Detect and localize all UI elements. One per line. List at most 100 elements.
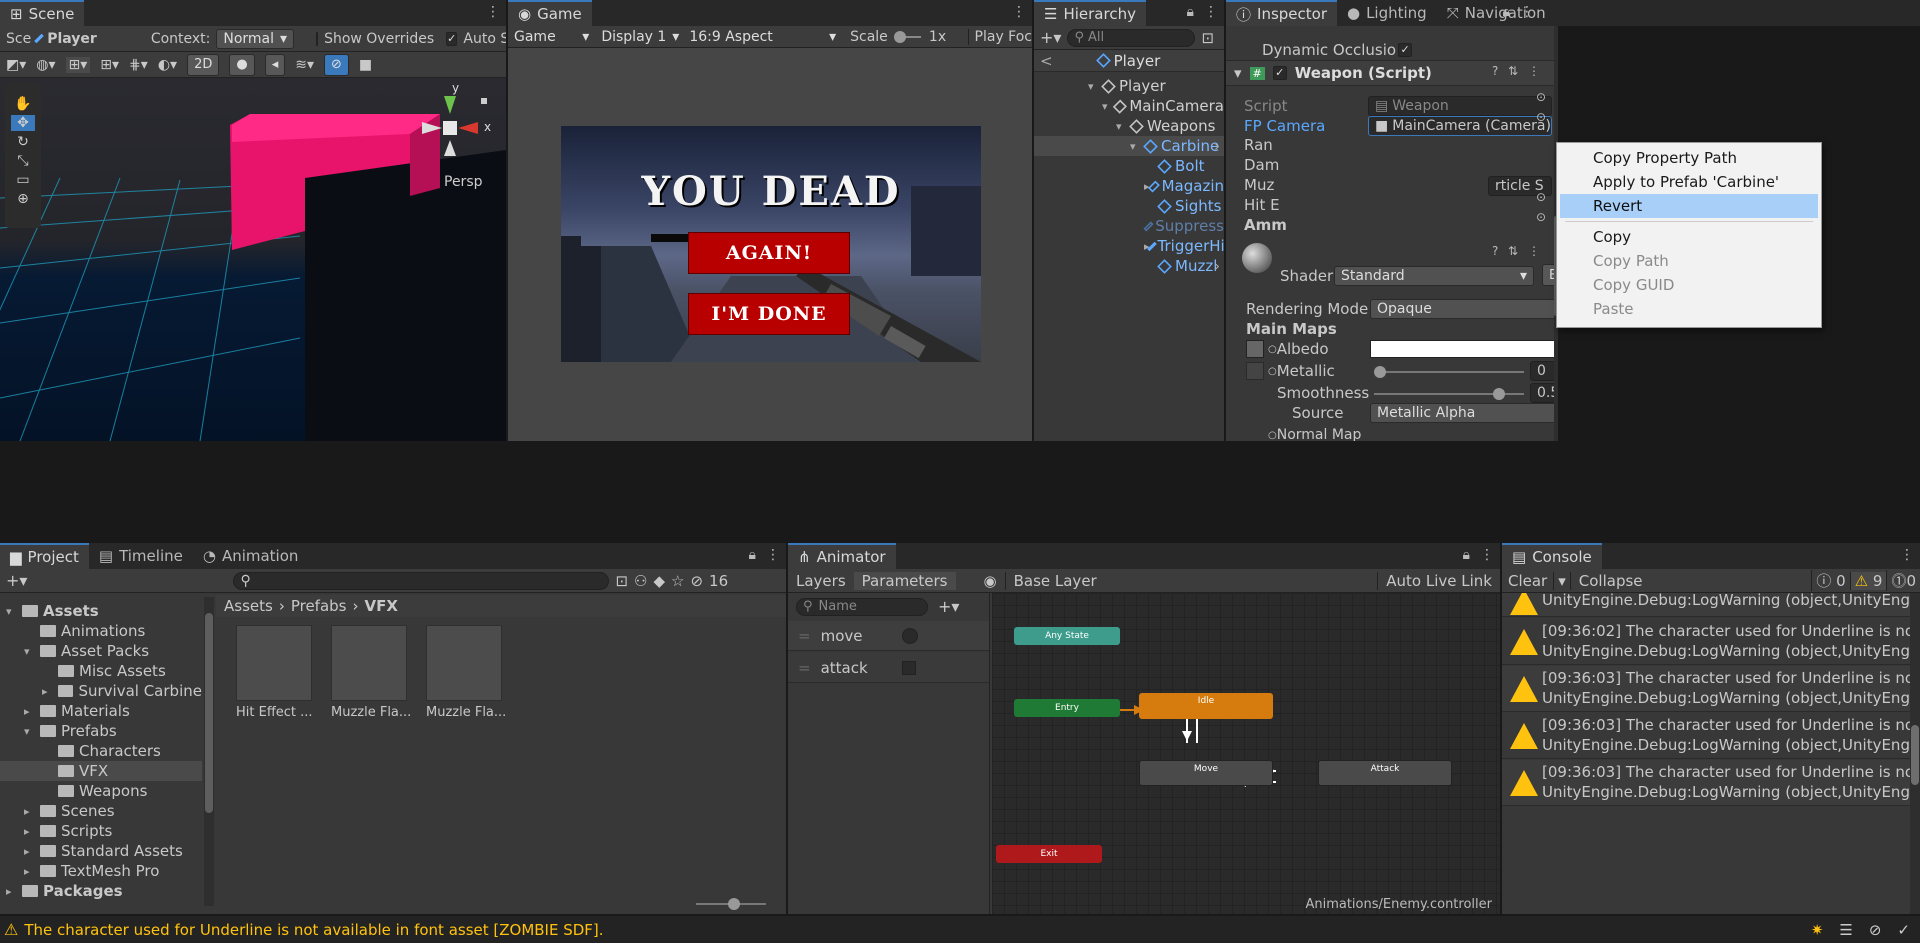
tab-lighting[interactable]: ● Lighting — [1337, 0, 1437, 26]
breadcrumb-vfx[interactable]: VFX — [365, 597, 398, 615]
snap-icon[interactable]: ⊞▾ — [100, 57, 119, 73]
hierarchy-item[interactable]: ▸ TriggerHi — [1034, 236, 1224, 256]
asset-tile[interactable]: Muzzle Fla... — [426, 625, 506, 720]
help-icon[interactable]: ? — [1492, 244, 1498, 258]
draw-mode-icon[interactable]: ◩▾ — [6, 57, 26, 73]
chevron-right-icon[interactable]: › — [1214, 257, 1220, 275]
search-scope-icon[interactable]: ⊡ — [615, 572, 628, 590]
clear-button[interactable]: Clear — [1502, 572, 1553, 590]
context-menu-item[interactable]: Copy — [1557, 225, 1821, 249]
project-tree-scrollbar-thumb[interactable] — [205, 613, 213, 813]
hierarchy-item[interactable]: ▾ Weapons — [1034, 116, 1224, 136]
project-folder[interactable]: ▾ Asset Packs — [0, 641, 202, 661]
foldout-arrow-icon[interactable]: ▾ — [24, 645, 40, 658]
scene-viewport[interactable]: ✋ ✥ ↻ ⤡ ▭ ⊕ y x Persp — [0, 78, 506, 441]
attack-node[interactable]: Attack — [1318, 760, 1452, 786]
tab-inspector[interactable]: ⓘ Inspector — [1226, 0, 1337, 26]
foldout-arrow-icon[interactable]: ▸ — [24, 705, 40, 718]
project-folder[interactable]: Animations — [0, 621, 202, 641]
console-entry[interactable]: [09:36:03] The character used for Underl… — [1502, 666, 1910, 712]
project-folder[interactable]: ▸ Packages — [0, 881, 202, 901]
show-overrides-checkbox[interactable] — [316, 31, 319, 46]
progress-check-icon[interactable]: ✓ — [1897, 921, 1910, 939]
context-menu-item[interactable]: Copy Property Path — [1557, 146, 1821, 170]
trigger-toggle[interactable] — [902, 627, 918, 644]
context-menu-item[interactable]: Revert — [1560, 194, 1818, 218]
foldout-arrow-icon[interactable]: ▾ — [6, 605, 22, 618]
project-folder[interactable]: Characters — [0, 741, 202, 761]
project-tree-scrollbar[interactable] — [204, 597, 214, 906]
project-folder[interactable]: ▸ Scenes — [0, 801, 202, 821]
more-icon[interactable]: ⋮ — [766, 547, 780, 563]
more-icon[interactable]: ⋮ — [486, 4, 500, 20]
console-entry[interactable]: [09:36:03] The character used for Underl… — [1502, 713, 1910, 759]
tab-game[interactable]: ◉ Game — [508, 0, 592, 26]
metallic-slider[interactable] — [1374, 366, 1524, 378]
warning-toggle[interactable]: ⚠ 9 — [1849, 571, 1887, 590]
fx-icon[interactable]: ≋▾ — [295, 57, 314, 73]
again-button[interactable]: AGAIN! — [688, 232, 850, 274]
globe-icon[interactable]: ◍▾ — [36, 57, 55, 73]
project-folder[interactable]: ▾ Assets — [0, 601, 202, 621]
render-icon[interactable]: ◐▾ — [158, 57, 177, 73]
any-state-node[interactable]: Any State — [1014, 627, 1120, 645]
scene-breadcrumb-short[interactable]: Sce — [6, 31, 31, 47]
console-tab-menu[interactable]: ⋮ — [1900, 547, 1914, 563]
albedo-color-field[interactable] — [1370, 340, 1570, 358]
scene-breadcrumb-player[interactable]: Player — [47, 31, 97, 47]
breadcrumb-assets[interactable]: Assets — [224, 597, 273, 615]
project-folder[interactable]: ▸ Materials — [0, 701, 202, 721]
label-filter-icon[interactable]: ◆ — [653, 572, 665, 590]
more-icon[interactable]: ⋮ — [1528, 244, 1540, 258]
add-parameter-icon[interactable]: +▾ — [938, 597, 959, 616]
more-icon[interactable]: ⋮ — [1480, 547, 1494, 563]
foldout-arrow-icon[interactable]: ▸ — [24, 805, 40, 818]
lock-icon[interactable]: 🔒︎ — [1503, 4, 1510, 20]
rotate-tool-icon[interactable]: ↻ — [17, 134, 29, 150]
hierarchy-item[interactable]: Sights — [1034, 196, 1224, 216]
back-arrow-icon[interactable]: < — [1040, 52, 1053, 70]
foldout-arrow-icon[interactable]: ▾ — [1234, 64, 1242, 82]
hierarchy-item[interactable]: ▾ Player — [1034, 76, 1224, 96]
project-folder[interactable]: ▸ TextMesh Pro — [0, 861, 202, 881]
error-toggle[interactable]: ⓵0 — [1886, 570, 1920, 591]
zoom-slider[interactable] — [696, 898, 766, 910]
tab-hierarchy[interactable]: ☰ Hierarchy — [1034, 0, 1146, 26]
im-done-button[interactable]: I'M DONE — [688, 293, 850, 335]
hierarchy-search-input[interactable]: ⚲ All — [1067, 28, 1196, 47]
smoothness-slider-thumb[interactable] — [1493, 388, 1505, 400]
smoothness-slider[interactable] — [1374, 388, 1524, 400]
preset-icon[interactable]: ⇅ — [1508, 64, 1518, 78]
more-icon[interactable]: ⋮ — [1520, 4, 1534, 20]
drag-handle-icon[interactable]: = — [798, 659, 811, 677]
more-icon[interactable]: ⋮ — [1204, 4, 1218, 20]
game-mode-dropdown[interactable]: Game ▾ — [508, 27, 595, 47]
2d-toggle[interactable]: 2D — [187, 53, 220, 76]
component-enabled-checkbox[interactable]: ✓ — [1272, 66, 1287, 80]
scale-slider-thumb[interactable] — [893, 30, 906, 43]
console-entry-partial[interactable]: UnityEngine.Debug:LogWarning (object,Uni… — [1502, 593, 1910, 617]
debug-icon[interactable]: ✷ — [1811, 921, 1824, 939]
foldout-arrow-icon[interactable]: ▸ — [6, 885, 22, 898]
display-dropdown[interactable]: Display 1 ▾ — [595, 27, 683, 47]
scale-slider[interactable] — [893, 30, 921, 43]
scene-gizmo[interactable]: y x — [418, 81, 498, 174]
idle-node[interactable]: Idle — [1139, 693, 1273, 719]
zoom-slider-thumb[interactable] — [728, 898, 740, 910]
more-icon[interactable]: ⋮ — [1528, 64, 1540, 78]
tab-timeline[interactable]: ▤ Timeline — [89, 543, 193, 569]
albedo-texture-slot[interactable] — [1246, 340, 1264, 358]
base-layer-breadcrumb[interactable]: Base Layer — [1004, 571, 1105, 590]
target-icon[interactable]: ⊙ — [1536, 110, 1546, 124]
audio-toggle-icon[interactable]: ◂ — [264, 53, 286, 76]
project-folder[interactable]: ▸ Survival Carbine — [0, 681, 202, 701]
hidden-packages-icon[interactable]: ⊘ — [690, 572, 703, 590]
hierarchy-item[interactable]: ▾ MainCamera — [1034, 96, 1224, 116]
parameter-row-attack[interactable]: = attack — [788, 653, 989, 683]
camera-icon[interactable]: ■ — [359, 57, 372, 73]
bool-checkbox[interactable] — [902, 660, 916, 675]
target-icon[interactable]: ⊙ — [1536, 90, 1546, 104]
breadcrumb-prefabs[interactable]: Prefabs — [291, 597, 347, 615]
rect-tool-icon[interactable]: ▭ — [16, 172, 29, 188]
project-folder[interactable]: ▸ Standard Assets — [0, 841, 202, 861]
